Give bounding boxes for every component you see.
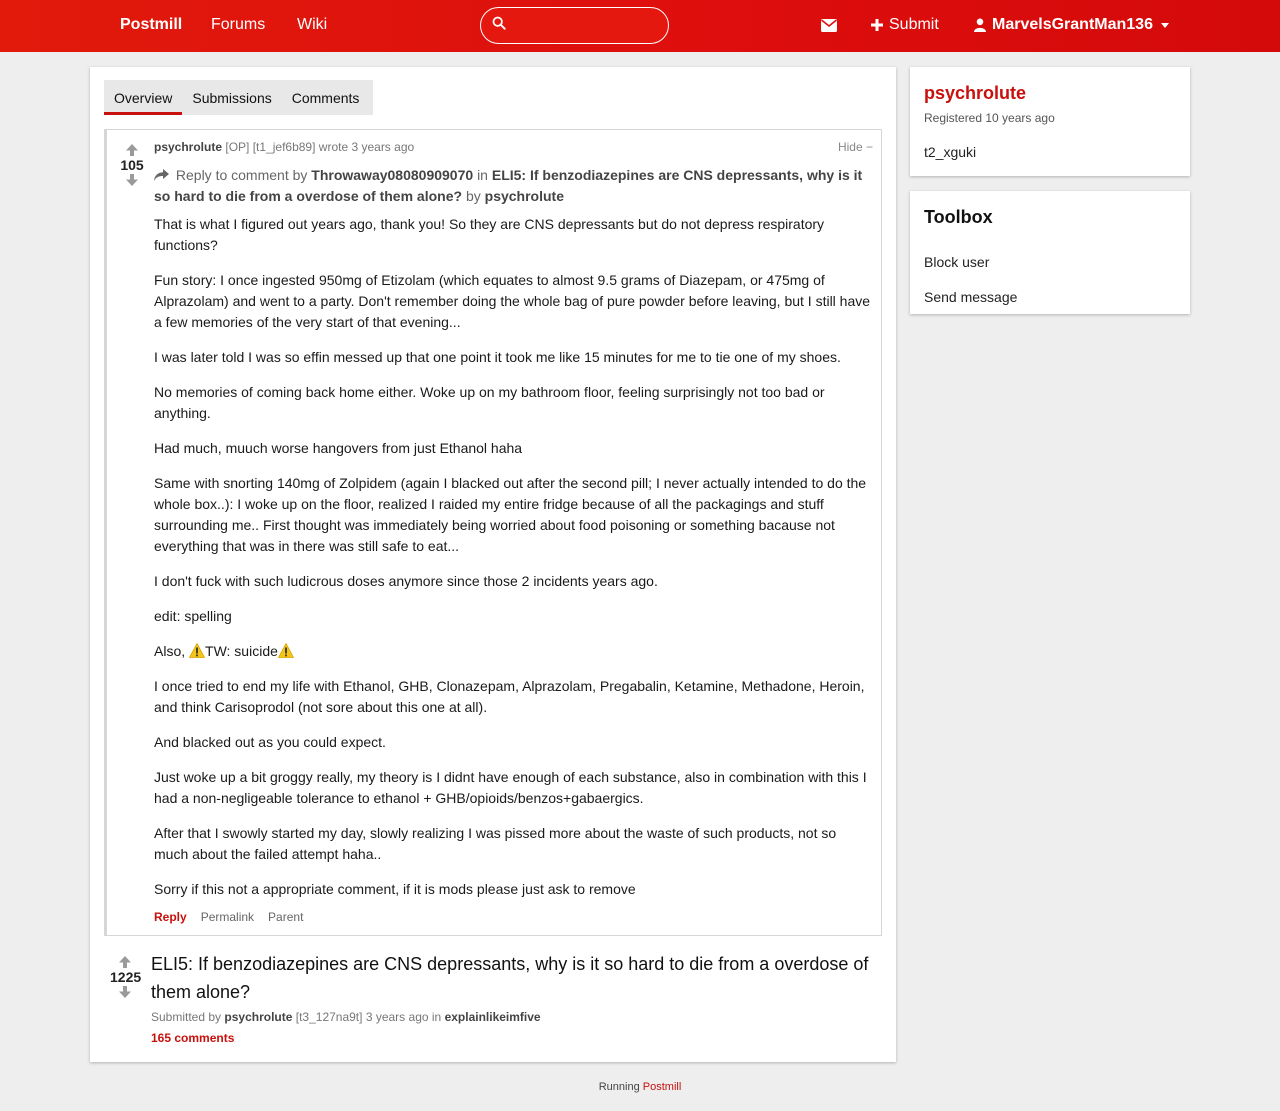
- comment-paragraph: I once tried to end my life with Ethanol…: [154, 678, 865, 715]
- warning-icon: [189, 643, 206, 658]
- reply-context: Reply to comment by Throwaway08080909070…: [154, 165, 864, 207]
- comment-paragraph: Had much, muuch worse hangovers from jus…: [154, 440, 523, 456]
- comment-paragraph: I don't fuck with such ludicrous doses a…: [154, 573, 658, 589]
- submission-author-link[interactable]: psychrolute: [224, 1010, 292, 1024]
- comment-timestamp[interactable]: wrote 3 years ago: [319, 140, 414, 154]
- reply-in: in: [477, 167, 488, 183]
- search-box: [480, 7, 669, 44]
- permalink-link[interactable]: Permalink: [201, 910, 254, 924]
- search-icon: [492, 16, 506, 30]
- brand-link[interactable]: Postmill: [120, 16, 182, 34]
- thread-author-link[interactable]: psychrolute: [485, 188, 564, 204]
- reply-arrow-icon: [154, 169, 169, 181]
- comment-paragraph: And blacked out as you could expect.: [154, 734, 386, 750]
- reply-link[interactable]: Reply: [154, 910, 187, 924]
- submission-vote: 1225: [110, 956, 142, 998]
- comment-paragraph-warning: Also, TW: suicide: [154, 641, 874, 662]
- downvote-arrow-icon[interactable]: [126, 174, 138, 186]
- tab-comments[interactable]: Comments: [282, 80, 370, 115]
- comment-author-link[interactable]: psychrolute: [154, 140, 222, 154]
- footer: Running Postmill: [0, 1081, 1280, 1093]
- submission-meta: Submitted by psychrolute [t3_127na9t] 3 …: [151, 1010, 541, 1024]
- comment-vote: 105: [117, 144, 147, 186]
- comment: 105 psychrolute [OP] [t1_jef6b89] wrote …: [104, 129, 882, 936]
- submission-score: 1225: [110, 969, 142, 985]
- profile-tabs: Overview Submissions Comments: [104, 80, 373, 115]
- comment-paragraph: edit: spelling: [154, 608, 232, 624]
- toolbox-card: Toolbox Block user Send message: [910, 191, 1190, 314]
- footer-postmill-link[interactable]: Postmill: [643, 1081, 682, 1093]
- search-input[interactable]: [511, 14, 661, 36]
- parent-author-link[interactable]: Throwaway08080909070: [311, 167, 473, 183]
- comment-paragraph: Same with snorting 140mg of Zolpidem (ag…: [154, 475, 867, 554]
- comment-paragraph: Sorry if this not a appropriate comment,…: [154, 881, 636, 897]
- submit-label: Submit: [889, 16, 939, 33]
- submission-title-link[interactable]: ELI5: If benzodiazepines are CNS depress…: [151, 950, 871, 1006]
- toolbox-title: Toolbox: [924, 207, 993, 227]
- forum-link[interactable]: explainlikeimfive: [445, 1010, 541, 1024]
- registered-date: Registered 10 years ago: [924, 111, 1055, 125]
- top-navbar: Postmill Forums Wiki Submit MarvelsGrant…: [0, 0, 1280, 52]
- also-prefix: Also,: [154, 643, 186, 659]
- upvote-arrow-icon[interactable]: [119, 956, 131, 968]
- submit-button[interactable]: Submit: [871, 16, 939, 34]
- user-menu[interactable]: MarvelsGrantMan136: [974, 16, 1169, 34]
- main-content: Overview Submissions Comments 105 psychr…: [90, 67, 896, 1062]
- username-label: MarvelsGrantMan136: [992, 16, 1153, 33]
- tw-text: TW: suicide: [205, 643, 278, 659]
- comment-paragraph: I was later told I was so effin messed u…: [154, 349, 841, 365]
- comment-id: [t1_jef6b89]: [252, 140, 316, 154]
- user-profile-card: psychrolute Registered 10 years ago t2_x…: [910, 67, 1190, 176]
- comment-score: 105: [120, 157, 144, 173]
- user-icon: [974, 18, 986, 32]
- parent-link[interactable]: Parent: [268, 910, 303, 924]
- tab-submissions[interactable]: Submissions: [182, 80, 281, 115]
- user-id: t2_xguki: [924, 144, 977, 160]
- nav-wiki-link[interactable]: Wiki: [297, 16, 327, 34]
- comment-paragraph: Just woke up a bit groggy really, my the…: [154, 769, 867, 806]
- comment-paragraph: Fun story: I once ingested 950mg of Etiz…: [154, 272, 871, 330]
- submission-id: [t3_127na9t]: [295, 1010, 363, 1024]
- comment-paragraph: No memories of coming back home either. …: [154, 384, 825, 421]
- profile-username[interactable]: psychrolute: [924, 83, 1026, 104]
- warning-icon: [277, 643, 294, 658]
- reply-by: by: [465, 188, 481, 204]
- comment-meta: psychrolute [OP] [t1_jef6b89] wrote 3 ye…: [154, 140, 414, 154]
- block-user-link[interactable]: Block user: [924, 254, 989, 270]
- footer-running: Running: [598, 1081, 640, 1093]
- envelope-icon[interactable]: [821, 19, 837, 32]
- comment-paragraph: That is what I figured out years ago, th…: [154, 216, 825, 253]
- submitted-by-label: Submitted by: [151, 1010, 222, 1024]
- downvote-arrow-icon[interactable]: [119, 986, 131, 998]
- comment-paragraph: After that I swowly started my day, slow…: [154, 825, 837, 862]
- reply-prefix: Reply to comment by: [175, 167, 308, 183]
- comment-actions: Reply Permalink Parent: [154, 910, 303, 924]
- comments-count-link[interactable]: 165 comments: [151, 1031, 234, 1045]
- submission-age: 3 years ago in: [365, 1010, 442, 1024]
- comment-body: That is what I figured out years ago, th…: [154, 214, 874, 914]
- hide-toggle[interactable]: Hide −: [838, 140, 873, 154]
- send-message-link[interactable]: Send message: [924, 289, 1017, 305]
- chevron-down-icon: [1160, 22, 1169, 28]
- upvote-arrow-icon[interactable]: [126, 144, 138, 156]
- plus-icon: [871, 19, 883, 31]
- tab-overview[interactable]: Overview: [104, 80, 183, 115]
- nav-forums-link[interactable]: Forums: [211, 16, 265, 34]
- op-badge: [OP]: [225, 140, 250, 154]
